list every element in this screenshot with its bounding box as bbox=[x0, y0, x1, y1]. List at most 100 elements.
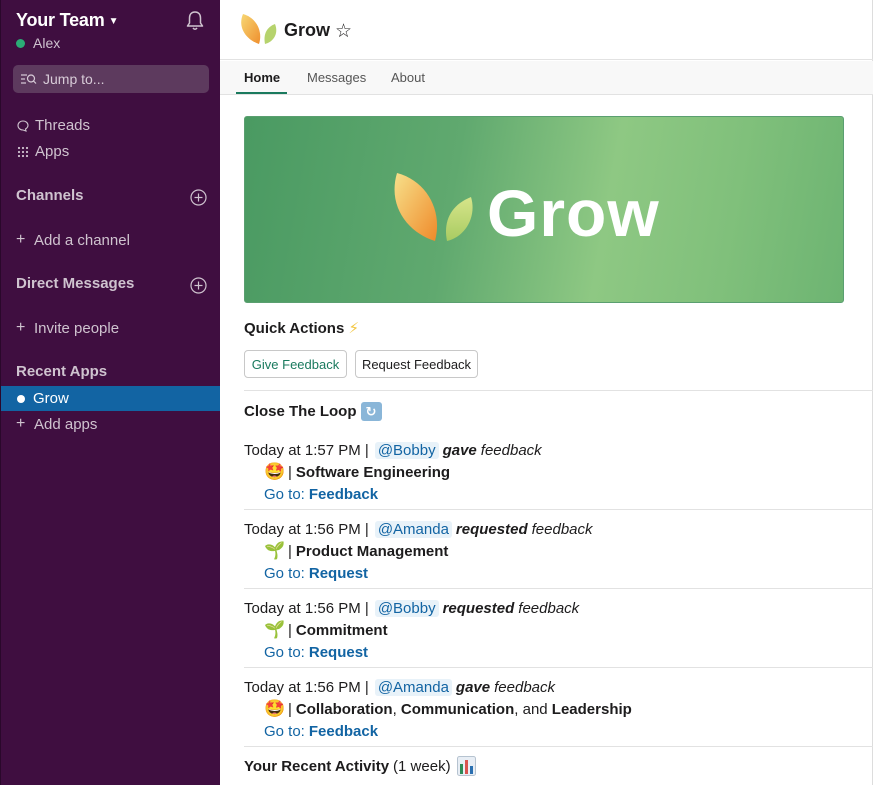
quick-actions-label: Quick Actions bbox=[244, 320, 345, 337]
apps-grid-icon bbox=[16, 146, 29, 158]
team-switcher[interactable]: Your Team ▼ bbox=[16, 10, 118, 31]
give-feedback-button[interactable]: Give Feedback bbox=[244, 350, 347, 378]
tab-bar: Home Messages About bbox=[220, 61, 873, 95]
entry-verb: gave bbox=[455, 678, 491, 696]
goto-label: Go to: bbox=[264, 564, 305, 582]
team-name[interactable]: Your Team bbox=[16, 10, 105, 31]
user-mention[interactable]: @Bobby bbox=[374, 599, 439, 617]
chevron-down-icon[interactable]: ▼ bbox=[109, 16, 119, 27]
divider bbox=[244, 390, 873, 391]
divider bbox=[244, 509, 873, 510]
entry-suffix: feedback bbox=[518, 599, 580, 617]
user-mention[interactable]: @Amanda bbox=[374, 520, 452, 538]
entry-suffix: feedback bbox=[494, 678, 556, 696]
app-status-dot-icon bbox=[17, 394, 25, 403]
grow-logo-icon bbox=[241, 14, 277, 44]
jump-to-search[interactable]: Jump to... bbox=[13, 65, 209, 93]
separator: | bbox=[288, 700, 292, 718]
bell-icon[interactable] bbox=[185, 10, 205, 32]
banner-title: Grow bbox=[487, 176, 660, 250]
sidebar-item-label: Grow bbox=[33, 390, 69, 407]
separator: | bbox=[288, 463, 292, 481]
feedback-link[interactable]: Feedback bbox=[309, 486, 378, 503]
separator: | bbox=[288, 621, 292, 639]
sidebar-item-threads[interactable]: Threads bbox=[16, 117, 90, 134]
user-mention[interactable]: @Amanda bbox=[374, 678, 452, 696]
recent-apps-section-title: Recent Apps bbox=[16, 363, 108, 380]
threads-icon bbox=[16, 119, 29, 132]
entry-verb: gave bbox=[442, 441, 477, 459]
entry-suffix: feedback bbox=[531, 520, 593, 538]
entry-category-part: Communication bbox=[400, 700, 515, 718]
invite-people-link[interactable]: + Invite people bbox=[16, 319, 119, 337]
add-channel-label: Add a channel bbox=[34, 231, 130, 249]
presence-dot-icon bbox=[16, 38, 25, 48]
add-channel-link[interactable]: + Add a channel bbox=[16, 231, 130, 249]
user-name: Alex bbox=[33, 35, 61, 51]
app-header: Grow ☆ bbox=[220, 0, 873, 60]
entry-suffix: feedback bbox=[480, 441, 542, 459]
add-apps-link[interactable]: + Add apps bbox=[16, 415, 97, 433]
star-struck-emoji-icon: 🤩 bbox=[264, 462, 286, 481]
entry-time: Today at 1:56 PM | bbox=[244, 678, 369, 696]
plus-icon: + bbox=[16, 415, 26, 432]
repeat-icon: ↻ bbox=[360, 402, 382, 421]
direct-messages-section-title[interactable]: Direct Messages bbox=[16, 275, 134, 292]
entry-category: Commitment bbox=[295, 621, 388, 639]
recent-activity-title: Your Recent Activity (1 week) bbox=[244, 756, 476, 776]
goto-label: Go to: bbox=[264, 722, 305, 740]
entry-time: Today at 1:56 PM | bbox=[244, 599, 369, 617]
bar-chart-icon bbox=[456, 756, 476, 776]
entry-time: Today at 1:57 PM | bbox=[244, 441, 369, 459]
invite-people-label: Invite people bbox=[34, 319, 120, 337]
app-title: Grow bbox=[284, 20, 331, 40]
entry-category-joiner: , and bbox=[514, 700, 552, 718]
separator: | bbox=[288, 542, 292, 560]
divider bbox=[244, 588, 873, 589]
tab-home[interactable]: Home bbox=[244, 70, 280, 85]
plus-icon: + bbox=[16, 231, 26, 248]
grow-banner: Grow bbox=[244, 116, 844, 303]
entry-category: Software Engineering bbox=[295, 463, 451, 481]
add-dm-plus-icon[interactable] bbox=[190, 277, 207, 294]
add-apps-label: Add apps bbox=[34, 415, 98, 433]
divider bbox=[244, 746, 873, 747]
list-item: Today at 1:56 PM | @Amanda requested fee… bbox=[244, 518, 864, 584]
entry-category-part: Leadership bbox=[551, 700, 632, 718]
request-link[interactable]: Request bbox=[309, 644, 368, 661]
list-item: Today at 1:56 PM | @Amanda gave feedback… bbox=[244, 676, 864, 742]
close-the-loop-label: Close The Loop bbox=[244, 403, 357, 420]
sidebar-item-grow[interactable]: Grow bbox=[1, 386, 220, 411]
star-icon[interactable]: ☆ bbox=[335, 20, 352, 43]
recent-activity-period: (1 week) bbox=[393, 757, 451, 775]
list-item: Today at 1:56 PM | @Bobby requested feed… bbox=[244, 597, 864, 663]
sidebar-item-apps[interactable]: Apps bbox=[16, 143, 69, 160]
grow-banner-logo-icon bbox=[394, 173, 473, 241]
entry-verb: requested bbox=[442, 599, 515, 617]
recent-activity-label: Your Recent Activity bbox=[244, 757, 390, 775]
feedback-link[interactable]: Feedback bbox=[309, 723, 378, 740]
seedling-emoji-icon: 🌱 bbox=[264, 541, 286, 560]
user-mention[interactable]: @Bobby bbox=[374, 441, 439, 459]
active-tab-indicator bbox=[236, 92, 287, 94]
entry-time: Today at 1:56 PM | bbox=[244, 520, 369, 538]
quick-actions-title: Quick Actions ⚡ bbox=[244, 319, 359, 337]
request-feedback-button[interactable]: Request Feedback bbox=[355, 350, 478, 378]
jump-to-placeholder: Jump to... bbox=[43, 71, 105, 87]
entry-category-joiner: , bbox=[392, 700, 401, 718]
plus-icon: + bbox=[16, 319, 26, 336]
close-the-loop-title: Close The Loop ↻ bbox=[244, 402, 382, 421]
channels-section-title[interactable]: Channels bbox=[16, 187, 84, 204]
goto-label: Go to: bbox=[264, 485, 305, 503]
sidebar-item-label: Apps bbox=[35, 143, 70, 160]
current-user[interactable]: Alex bbox=[16, 35, 60, 51]
goto-label: Go to: bbox=[264, 643, 305, 661]
sidebar: Your Team ▼ Alex Jump to... Threads Apps… bbox=[0, 0, 220, 785]
add-channel-plus-icon[interactable] bbox=[190, 189, 207, 206]
tab-about[interactable]: About bbox=[391, 70, 425, 85]
tab-messages[interactable]: Messages bbox=[307, 70, 366, 85]
star-struck-emoji-icon: 🤩 bbox=[264, 699, 286, 718]
entry-category-part: Collaboration bbox=[295, 700, 393, 718]
request-link[interactable]: Request bbox=[309, 565, 368, 582]
divider bbox=[244, 667, 873, 668]
